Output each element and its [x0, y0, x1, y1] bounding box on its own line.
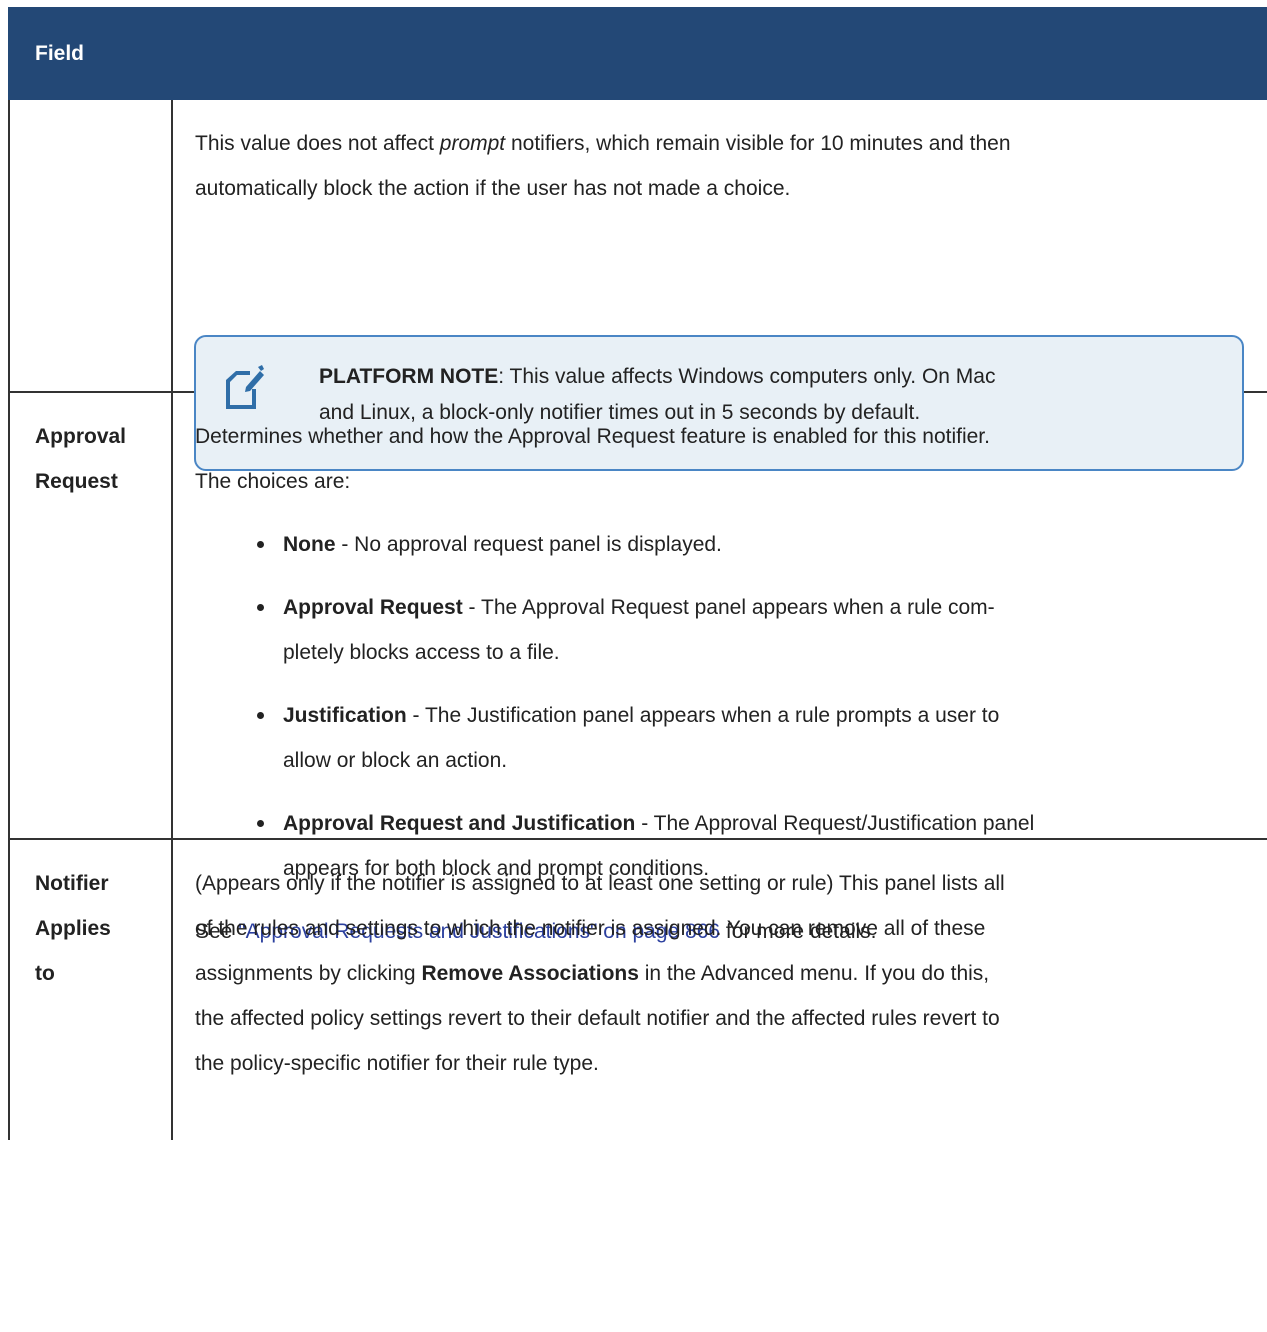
intro-paragraph: Determines whether and how the Approval … — [195, 425, 990, 493]
table-row: Approval Request Determines whether and h… — [8, 393, 1267, 943]
bullet-icon — [257, 820, 264, 827]
description-cell: This value does not affect prompt notifi… — [173, 100, 1267, 211]
table-header: Field — [8, 7, 1267, 100]
choices-list: None - No approval request panel is disp… — [195, 522, 1249, 891]
field-cell: Approval Request — [10, 393, 173, 838]
field-label-approval-request: Approval Request — [35, 425, 127, 493]
bullet-icon — [257, 604, 264, 611]
table-row: Notifier Applies to (Appears only if the n… — [8, 840, 1267, 1140]
field-cell — [10, 100, 173, 391]
field-cell: Notifier Applies to — [10, 840, 173, 1140]
applies-to-paragraph: (Appears only if the notifier is assigne… — [195, 872, 1005, 1075]
list-item: None - No approval request panel is disp… — [195, 522, 1249, 567]
header-field-label: Field — [35, 41, 85, 65]
bullet-icon — [257, 712, 264, 719]
list-item: Approval Request - The Approval Request … — [195, 585, 1249, 675]
bullet-icon — [257, 541, 264, 548]
description-cell: (Appears only if the notifier is assigne… — [173, 840, 1267, 1086]
field-label-notifier-applies-to: Notifier Applies to — [35, 872, 111, 985]
table-row: This value does not affect prompt notifi… — [8, 100, 1267, 471]
fields-table: Field This value does not affect prompt … — [8, 7, 1267, 1140]
list-item: Justification - The Justification panel … — [195, 693, 1249, 783]
prompt-paragraph: This value does not affect prompt notifi… — [195, 132, 1011, 200]
